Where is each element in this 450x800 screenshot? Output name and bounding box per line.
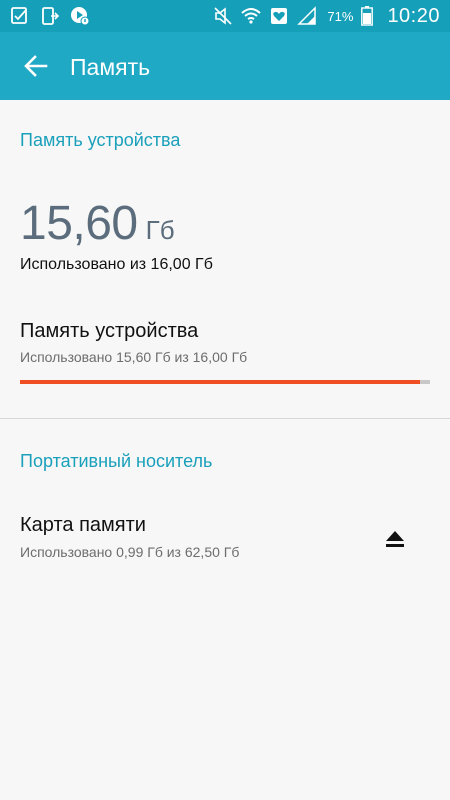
eject-button[interactable] xyxy=(380,524,410,554)
app-bar: Память xyxy=(0,32,450,100)
wifi-icon xyxy=(241,6,262,26)
status-bar-system: 71% 10:20 xyxy=(213,4,440,28)
storage-used-unit: Гб xyxy=(145,215,175,245)
google-play-notification-icon xyxy=(70,6,90,26)
section-header-portable-storage: Портативный носитель xyxy=(20,451,213,471)
storage-used-summary: 15,60 Гб xyxy=(20,196,175,251)
back-button[interactable] xyxy=(16,46,56,86)
status-bar-notifications xyxy=(10,6,90,26)
signal-icon xyxy=(297,6,317,26)
storage-progress-fill xyxy=(20,380,420,384)
arrow-left-icon xyxy=(23,53,49,79)
mute-icon xyxy=(213,6,233,26)
section-divider xyxy=(0,418,450,419)
list-item-sd-card[interactable]: Карта памяти Использовано 0,99 Гб из 62,… xyxy=(0,506,450,576)
heart-notification-icon xyxy=(269,6,289,26)
battery-icon xyxy=(361,6,374,26)
storage-progress-bar xyxy=(20,380,430,384)
page-title: Память xyxy=(70,54,151,80)
eject-icon xyxy=(384,528,406,550)
storage-used-value: 15,60 xyxy=(20,197,138,250)
checkbox-notification-icon xyxy=(10,6,30,26)
phone-notification-icon xyxy=(40,6,60,26)
clock: 10:20 xyxy=(387,4,440,27)
battery-percentage: 71% xyxy=(327,8,354,24)
sd-card-usage: Использовано 0,99 Гб из 62,50 Гб xyxy=(20,544,240,560)
device-storage-title: Память устройства xyxy=(20,320,199,342)
list-item-device-storage[interactable]: Память устройства Использовано 15,60 Гб … xyxy=(0,312,450,402)
device-storage-usage: Использовано 15,60 Гб из 16,00 Гб xyxy=(20,349,248,365)
status-bar: 71% 10:20 xyxy=(0,0,450,32)
storage-used-of-total: Использовано из 16,00 Гб xyxy=(20,256,213,273)
sd-card-title: Карта памяти xyxy=(20,514,146,536)
section-header-device-storage: Память устройства xyxy=(20,130,181,150)
